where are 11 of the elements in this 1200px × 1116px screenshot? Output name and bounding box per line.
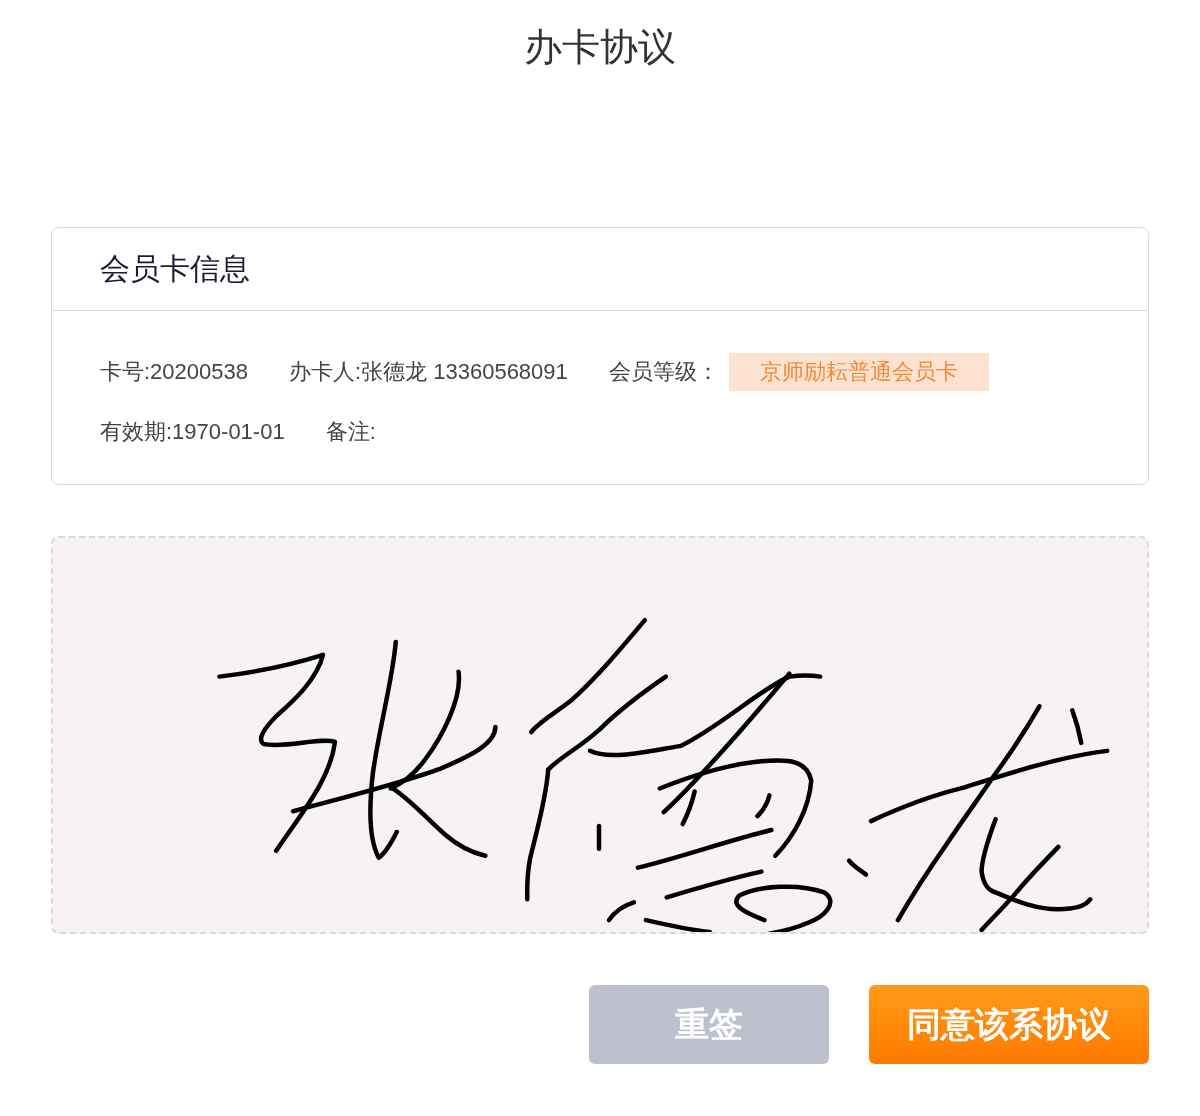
level-tag: 京师励耘普通会员卡: [728, 353, 989, 391]
page-title: 办卡协议: [524, 25, 676, 70]
card-title: 会员卡信息: [100, 250, 250, 287]
info-text: 有效期:1970-01-01: [100, 418, 285, 446]
re-sign-button[interactable]: 重签: [589, 985, 829, 1064]
signature-pad[interactable]: [51, 536, 1149, 934]
agree-button[interactable]: 同意该系协议: [869, 985, 1149, 1064]
info-text: 办卡人:张德龙 13360568091: [289, 358, 568, 386]
info-label: 会员等级：: [608, 358, 719, 386]
info-text: 卡号:20200538: [100, 358, 248, 386]
info-text: 备注:: [325, 418, 376, 446]
